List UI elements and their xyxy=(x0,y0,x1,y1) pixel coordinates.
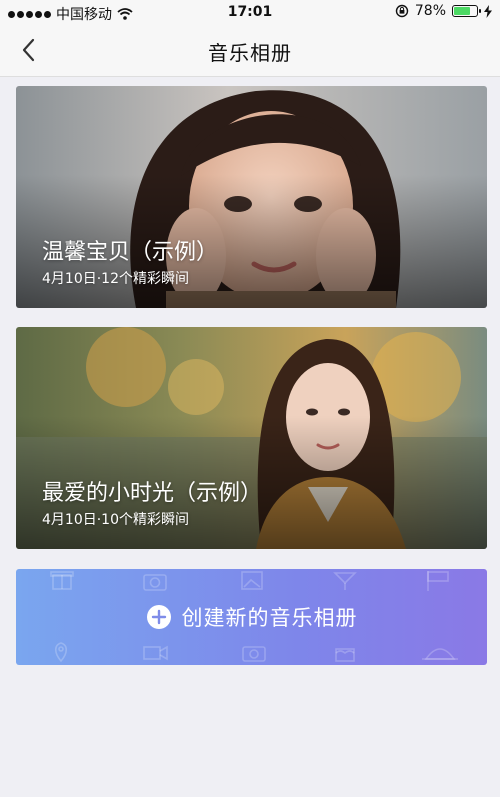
create-album-label: 创建新的音乐相册 xyxy=(181,606,358,630)
plus-circle-icon xyxy=(146,605,171,629)
create-album-button[interactable]: 创建新的音乐相册 xyxy=(16,569,487,665)
status-right: 78% xyxy=(395,3,492,19)
album-card-2[interactable]: 最爱的小时光（示例） 4月10日·10个精彩瞬间 xyxy=(16,327,487,549)
status-bar: 中国移动 17:01 78% xyxy=(0,0,500,24)
page-title: 音乐相册 xyxy=(208,41,292,65)
battery-fill xyxy=(454,7,471,15)
album-title-2: 最爱的小时光（示例） xyxy=(42,481,263,506)
battery-icon xyxy=(452,5,481,17)
album-title-1: 温馨宝贝（示例） xyxy=(42,240,219,265)
charging-icon xyxy=(484,4,492,18)
video-camera-icon xyxy=(143,645,168,661)
radio-icon xyxy=(242,646,266,662)
camera-icon xyxy=(143,574,167,591)
rotation-lock-icon xyxy=(395,4,409,18)
nav-bar: 音乐相册 xyxy=(0,24,500,77)
flag-icon xyxy=(427,571,449,591)
album-subtitle-2: 4月10日·10个精彩瞬间 xyxy=(42,512,189,528)
battery-percent: 78% xyxy=(414,3,446,19)
cake-icon xyxy=(335,648,355,662)
create-content: 创建新的音乐相册 xyxy=(16,602,487,632)
pin-icon xyxy=(54,642,68,663)
cocktail-icon xyxy=(333,572,357,590)
album-subtitle-1: 4月10日·12个精彩瞬间 xyxy=(42,271,189,287)
picture-icon xyxy=(241,571,263,590)
gift-icon xyxy=(50,571,74,590)
food-cover-icon xyxy=(422,648,458,660)
album-card-1[interactable]: 温馨宝贝（示例） 4月10日·12个精彩瞬间 xyxy=(16,86,487,308)
